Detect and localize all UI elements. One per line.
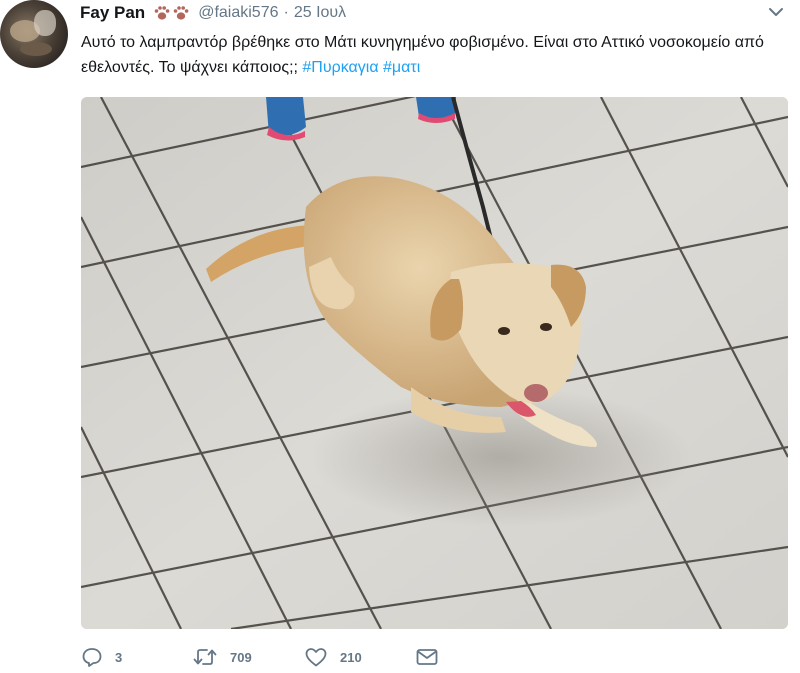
tweet-text-body: Αυτό το λαμπραντόρ βρέθηκε στο Μάτι κυνη… xyxy=(81,34,773,76)
retweet-button[interactable]: 709 xyxy=(192,646,304,668)
tweet-date[interactable]: 25 Ιουλ xyxy=(294,4,346,22)
like-count: 210 xyxy=(340,649,362,665)
chevron-down-icon[interactable] xyxy=(766,4,786,20)
hashtag-link[interactable]: #Πυρκαγια xyxy=(302,59,378,76)
author-handle[interactable]: @faiaki576 xyxy=(198,4,278,22)
reply-icon xyxy=(82,648,102,667)
reply-count: 3 xyxy=(115,649,123,665)
author-name[interactable]: Fay Pan xyxy=(80,3,145,23)
like-button[interactable]: 210 xyxy=(304,646,415,668)
paw-prints-icon xyxy=(152,4,192,22)
dog-photo-image xyxy=(81,97,788,629)
tweet-text: Αυτό το λαμπραντόρ βρέθηκε στο Μάτι κυνη… xyxy=(81,30,781,80)
avatar-image-part xyxy=(20,42,52,56)
hashtag-link[interactable]: #ματι xyxy=(383,59,420,76)
separator-dot: · xyxy=(283,4,289,21)
direct-message-button[interactable] xyxy=(415,646,439,668)
envelope-icon xyxy=(416,649,438,665)
heart-icon xyxy=(305,648,327,667)
tweet-header: Fay Pan @faiaki576 · 25 Ιουλ xyxy=(80,2,346,24)
reply-button[interactable]: 3 xyxy=(81,646,192,668)
tweet-photo[interactable] xyxy=(81,97,788,629)
avatar-image-part xyxy=(34,10,56,36)
tweet-actions: 3 709 210 xyxy=(81,645,439,669)
retweet-icon xyxy=(193,649,217,665)
avatar[interactable] xyxy=(0,0,68,68)
retweet-count: 709 xyxy=(230,649,252,665)
